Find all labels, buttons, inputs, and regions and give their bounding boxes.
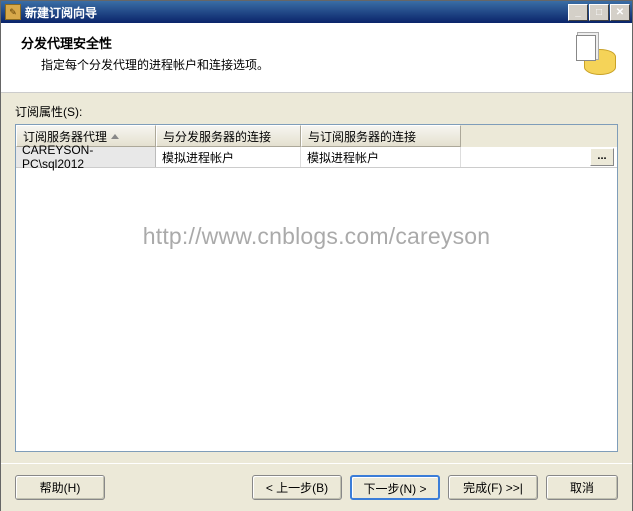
content-area: 订阅属性(S): 订阅服务器代理 与分发服务器的连接 与订阅服务器的连接 CAR… — [1, 93, 632, 463]
column-header-dist-label: 与分发服务器的连接 — [163, 128, 271, 145]
sort-ascending-icon — [111, 134, 119, 139]
window-title: 新建订阅向导 — [25, 4, 568, 21]
help-button[interactable]: 帮助(H) — [15, 475, 105, 500]
window-controls: _ □ ✕ — [568, 4, 630, 21]
cell-sub-conn: 模拟进程帐户 — [301, 147, 461, 167]
wizard-icon: ✎ — [5, 4, 21, 20]
page-title: 分发代理安全性 — [21, 33, 574, 52]
cell-agent: CAREYSON-PC\sql2012 — [16, 147, 156, 167]
finish-button[interactable]: 完成(F) >>| — [448, 475, 538, 500]
column-header-sub[interactable]: 与订阅服务器的连接 — [301, 125, 461, 147]
column-header-agent-label: 订阅服务器代理 — [23, 128, 107, 145]
wizard-buttons: 帮助(H) < 上一步(B) 下一步(N) > 完成(F) >>| 取消 — [1, 463, 632, 511]
maximize-button[interactable]: □ — [589, 4, 609, 21]
page-subtitle: 指定每个分发代理的进程帐户和连接选项。 — [21, 56, 574, 73]
column-header-sub-label: 与订阅服务器的连接 — [308, 128, 416, 145]
cancel-button[interactable]: 取消 — [546, 475, 618, 500]
subscription-grid: 订阅服务器代理 与分发服务器的连接 与订阅服务器的连接 CAREYSON-PC\… — [15, 124, 618, 452]
next-button[interactable]: 下一步(N) > — [350, 475, 440, 500]
minimize-button[interactable]: _ — [568, 4, 588, 21]
table-row[interactable]: CAREYSON-PC\sql2012 模拟进程帐户 模拟进程帐户 ... — [16, 147, 617, 168]
cell-dist-conn: 模拟进程帐户 — [156, 147, 301, 167]
titlebar: ✎ 新建订阅向导 _ □ ✕ — [1, 1, 632, 23]
properties-label: 订阅属性(S): — [15, 103, 618, 120]
header-graphic-icon — [574, 33, 616, 75]
column-header-dist[interactable]: 与分发服务器的连接 — [156, 125, 301, 147]
wizard-header: 分发代理安全性 指定每个分发代理的进程帐户和连接选项。 — [1, 23, 632, 93]
close-button[interactable]: ✕ — [610, 4, 630, 21]
back-button[interactable]: < 上一步(B) — [252, 475, 342, 500]
row-ellipsis-button[interactable]: ... — [590, 148, 614, 166]
